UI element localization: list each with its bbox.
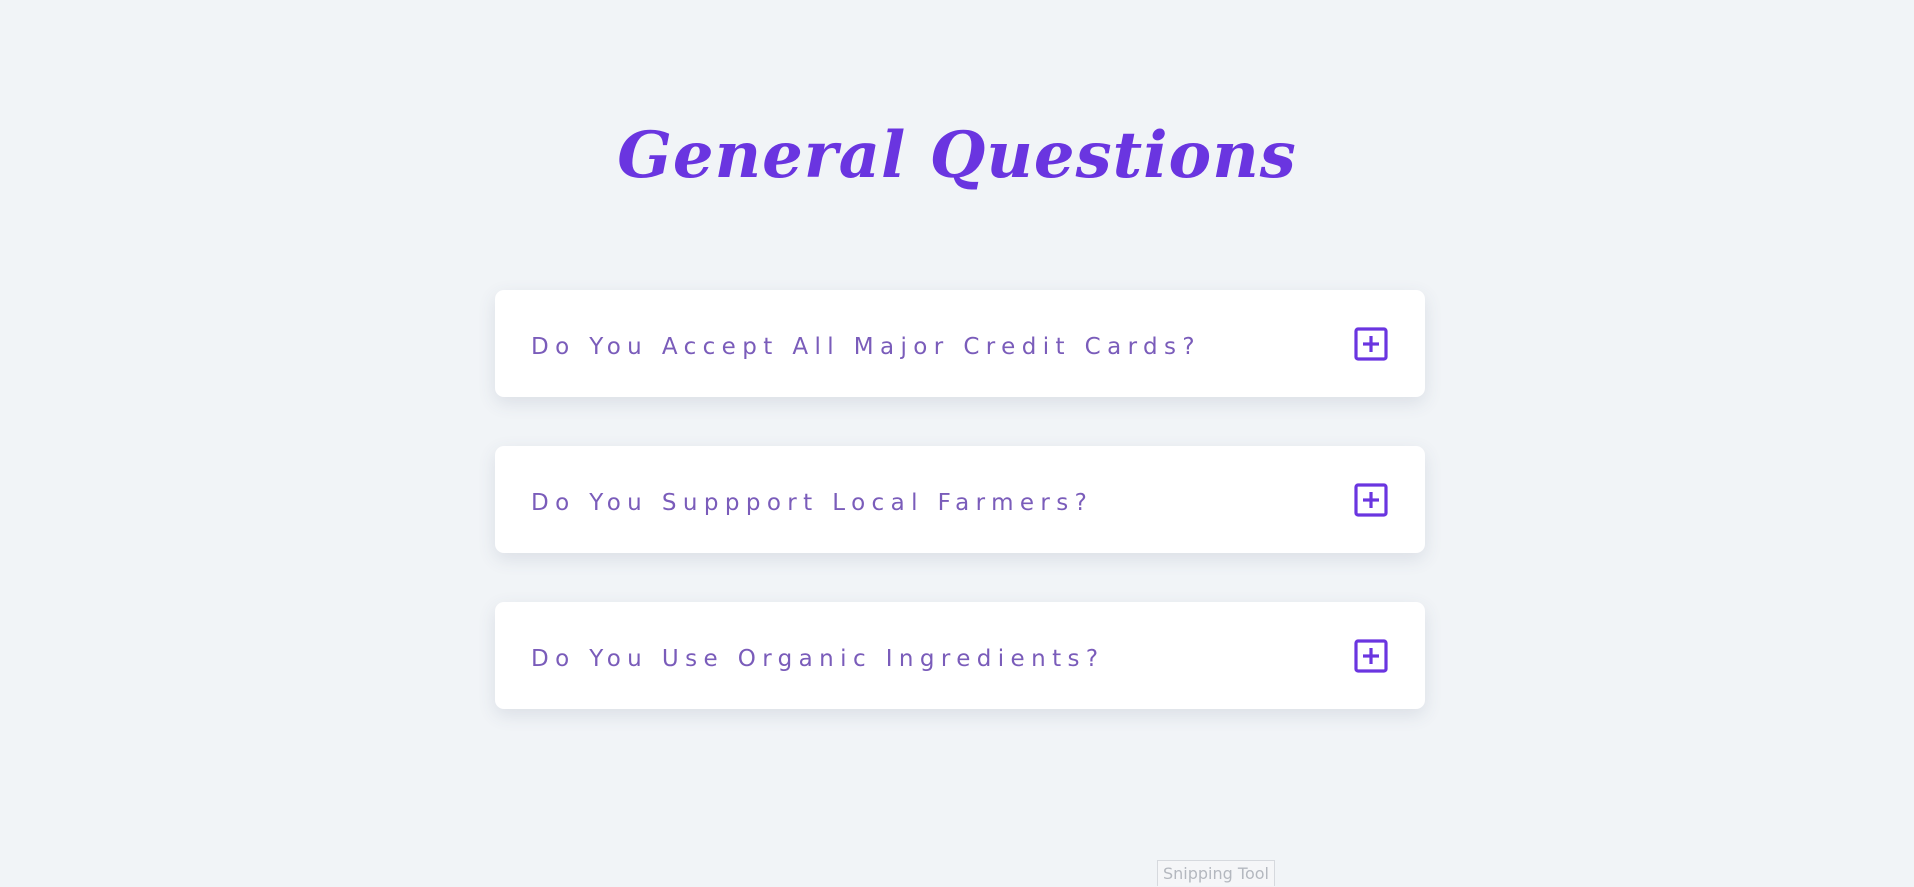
faq-item-local-farmers[interactable]: Do You Suppport Local Farmers?	[495, 446, 1425, 553]
faq-question: Do You Accept All Major Credit Cards?	[531, 334, 1202, 360]
plus-square-icon[interactable]	[1353, 326, 1389, 362]
faq-question: Do You Use Organic Ingredients?	[531, 646, 1105, 672]
page-title: General Questions	[617, 118, 1297, 193]
plus-square-icon[interactable]	[1353, 638, 1389, 674]
faq-item-credit-cards[interactable]: Do You Accept All Major Credit Cards?	[495, 290, 1425, 397]
faq-question: Do You Suppport Local Farmers?	[531, 490, 1094, 516]
snipping-tool-label: Snipping Tool	[1157, 860, 1275, 886]
faq-list: Do You Accept All Major Credit Cards? Do…	[495, 290, 1425, 758]
plus-square-icon[interactable]	[1353, 482, 1389, 518]
faq-item-organic-ingredients[interactable]: Do You Use Organic Ingredients?	[495, 602, 1425, 709]
